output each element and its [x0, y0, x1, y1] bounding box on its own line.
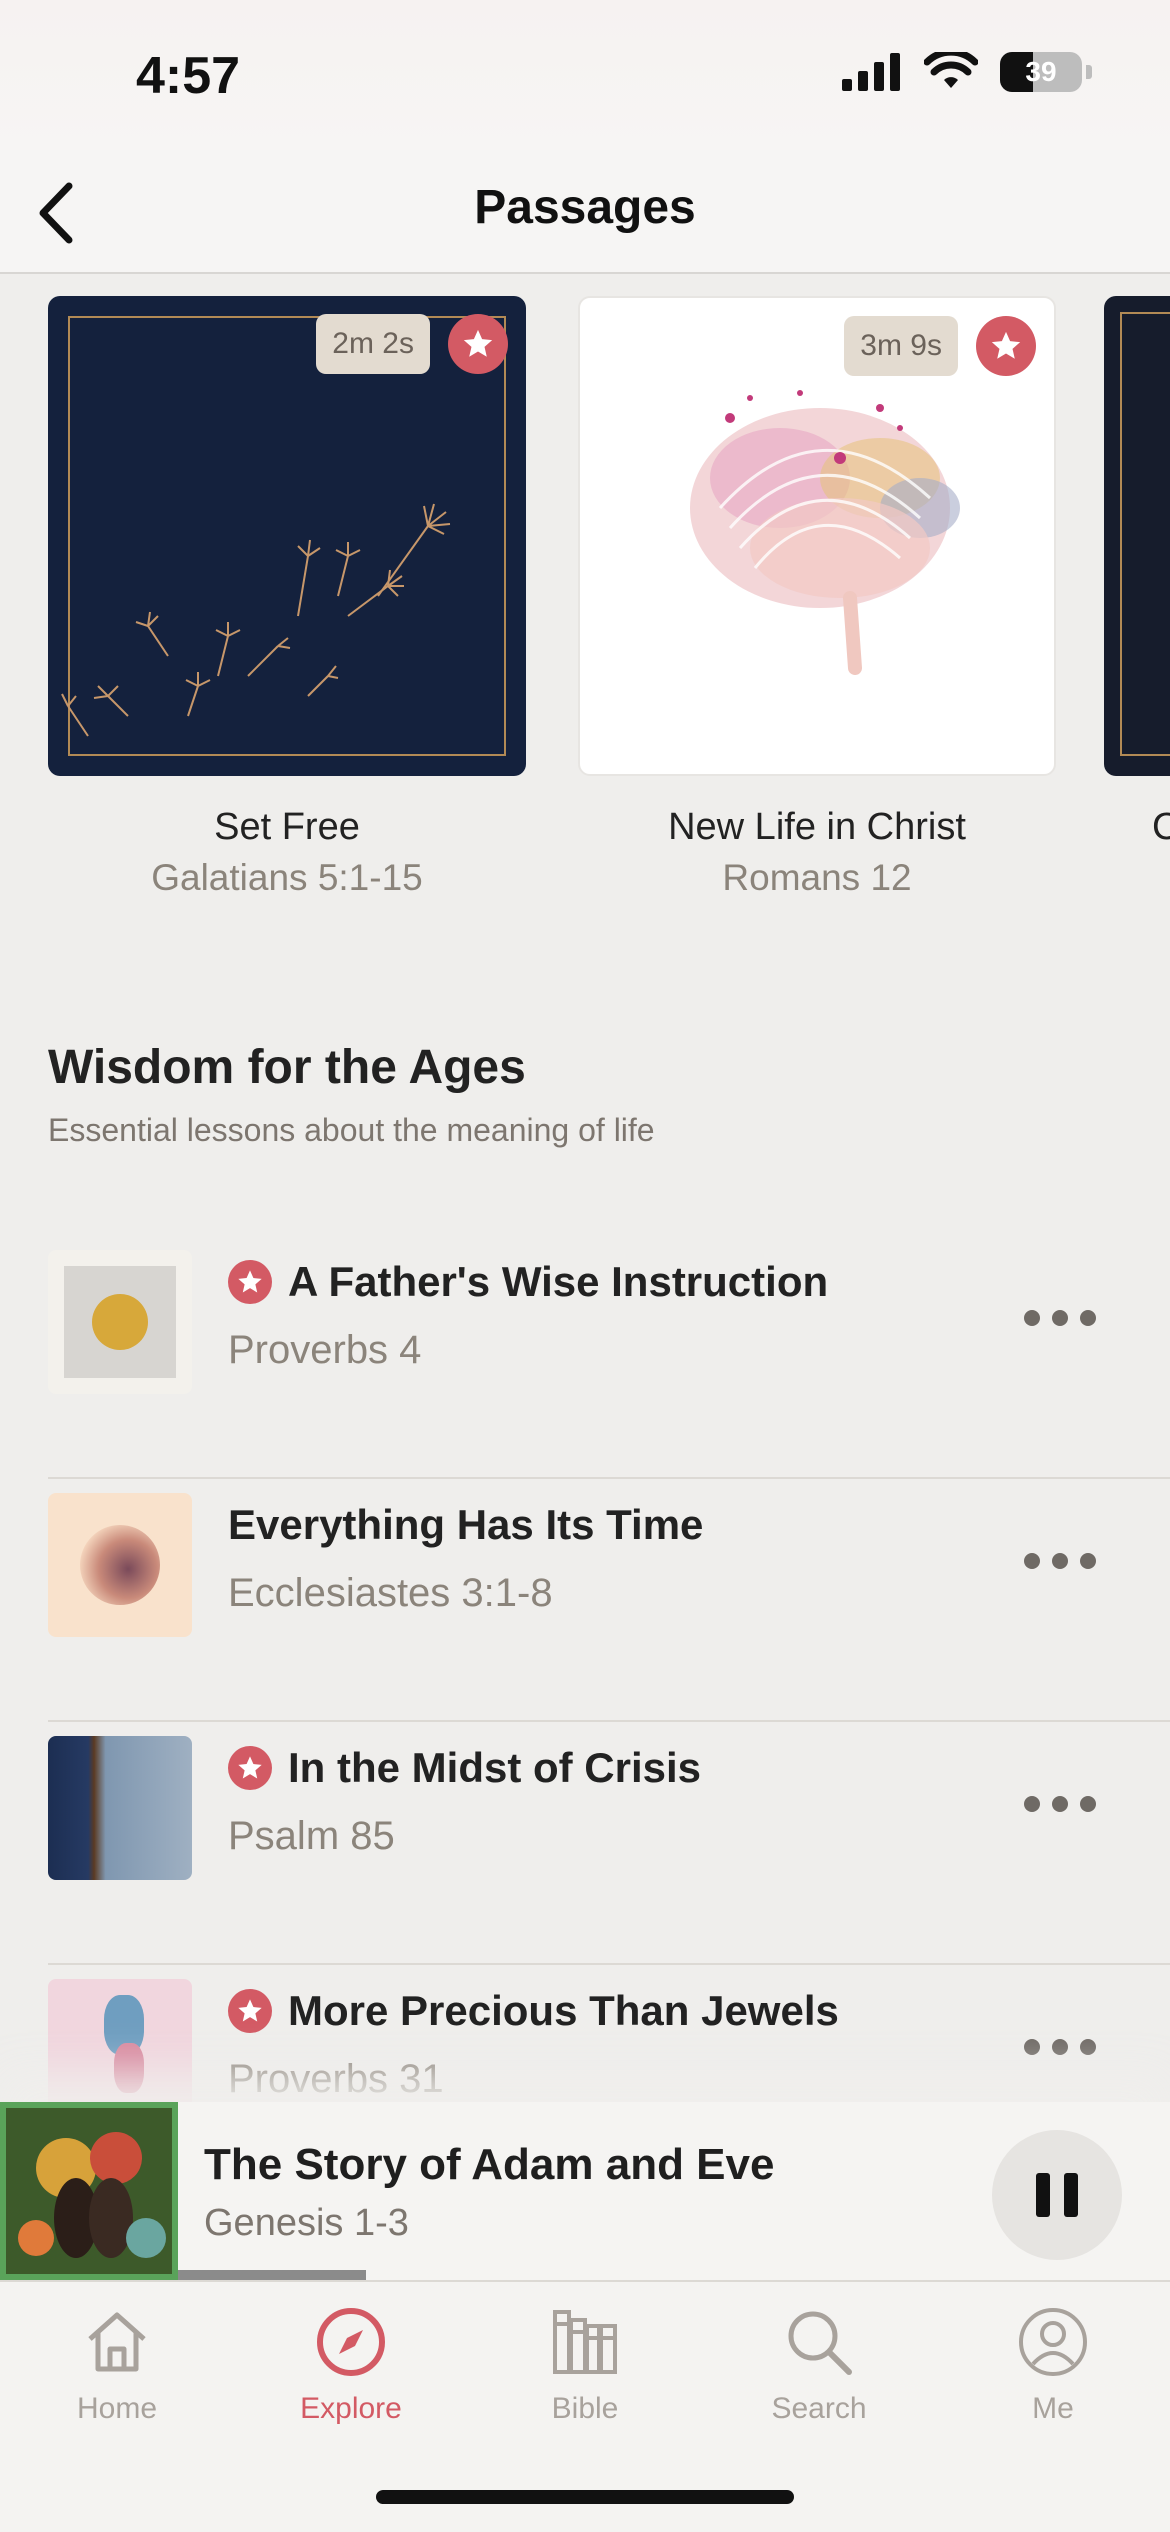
now-playing-artwork: [0, 2102, 178, 2280]
star-icon: [228, 1260, 272, 1304]
compass-icon: [317, 2308, 385, 2376]
battery-level: 39: [1025, 56, 1057, 87]
more-options-button[interactable]: [1024, 1784, 1096, 1824]
more-options-button[interactable]: [1024, 2027, 1096, 2067]
navigation-bar: Passages: [0, 150, 1170, 274]
page-title: Passages: [474, 181, 696, 234]
carousel-card[interactable]: C: [1104, 296, 1170, 849]
tab-bible[interactable]: Bible: [468, 2302, 702, 2426]
status-icons: 39: [842, 52, 1092, 92]
more-options-button[interactable]: [1024, 1541, 1096, 1581]
tab-label: Explore: [300, 2392, 402, 2425]
playback-progress-fill: [178, 2270, 366, 2280]
carousel-card[interactable]: 3m 9s New Life in Christ Romans 12: [578, 296, 1056, 899]
passage-list: A Father's Wise Instruction Proverbs 4 E…: [0, 1236, 1170, 2208]
search-icon: [788, 2311, 852, 2375]
item-reference: Psalm 85: [228, 1814, 395, 1858]
home-icon: [88, 2312, 146, 2372]
home-indicator: [376, 2490, 794, 2504]
card-reference: Galatians 5:1-15: [151, 857, 423, 898]
person-icon: [1019, 2308, 1087, 2376]
now-playing-title: The Story of Adam and Eve: [204, 2140, 775, 2189]
wifi-icon: [924, 52, 978, 88]
card-artwork: 3m 9s: [578, 296, 1056, 776]
status-time: 4:57: [136, 47, 241, 105]
item-title: In the Midst of Crisis: [288, 1744, 702, 1791]
pause-button[interactable]: [992, 2130, 1122, 2260]
tab-label: Search: [771, 2392, 867, 2425]
card-reference: Romans 12: [722, 857, 912, 898]
now-playing-reference: Genesis 1-3: [204, 2202, 409, 2244]
card-artwork: 2m 2s: [48, 296, 526, 776]
tab-label: Bible: [551, 2392, 619, 2425]
tab-explore[interactable]: Explore: [234, 2302, 468, 2426]
star-icon: [448, 314, 508, 374]
carousel-card[interactable]: 2m 2s Set Free Galatians 5:1-15: [48, 296, 526, 899]
pause-icon-bar: [1036, 2173, 1050, 2217]
list-item[interactable]: In the Midst of Crisis Psalm 85: [0, 1722, 1170, 1965]
star-icon: [976, 316, 1036, 376]
star-icon: [228, 1989, 272, 2033]
list-item[interactable]: Everything Has Its Time Ecclesiastes 3:1…: [0, 1479, 1170, 1722]
list-item[interactable]: A Father's Wise Instruction Proverbs 4: [0, 1236, 1170, 1479]
dandelion-seeds-illustration: [61, 503, 451, 737]
section-subtitle: Essential lessons about the meaning of l…: [48, 1112, 655, 1148]
tab-label: Me: [1032, 2392, 1074, 2425]
battery-tip: [1086, 65, 1092, 79]
item-title: Everything Has Its Time: [228, 1501, 704, 1548]
star-icon: [228, 1746, 272, 1790]
tab-me[interactable]: Me: [936, 2302, 1170, 2426]
tab-label: Home: [76, 2392, 158, 2425]
tab-home[interactable]: Home: [0, 2302, 234, 2426]
duration-badge: 2m 2s: [316, 314, 430, 374]
pause-icon-bar: [1064, 2173, 1078, 2217]
item-title: A Father's Wise Instruction: [288, 1258, 829, 1305]
books-icon: [553, 2310, 617, 2374]
tab-search[interactable]: Search: [702, 2302, 936, 2426]
passages-carousel[interactable]: 2m 2s Set Free Galatians 5:1-15 3m 9s Ne…: [0, 296, 1170, 916]
section-title: Wisdom for the Ages: [48, 1041, 526, 1094]
item-reference: Proverbs 4: [228, 1328, 422, 1372]
cellular-signal-icon: [842, 53, 900, 91]
duration-badge: 3m 9s: [844, 316, 958, 376]
item-thumbnail: [48, 1250, 192, 1394]
status-bar: 4:57 39: [0, 0, 1170, 150]
card-artwork: [1104, 296, 1170, 776]
card-title: Set Free: [214, 806, 360, 848]
now-playing-bar[interactable]: The Story of Adam and Eve Genesis 1-3: [0, 2102, 1170, 2280]
item-reference: Proverbs 31: [228, 2057, 444, 2101]
card-title: New Life in Christ: [668, 806, 966, 848]
fingerprint-brain-illustration: [690, 390, 960, 675]
item-thumbnail: [48, 1493, 192, 1637]
item-title: More Precious Than Jewels: [288, 1987, 839, 2034]
card-title: C: [1152, 806, 1170, 848]
item-thumbnail: [48, 1736, 192, 1880]
battery-icon: 39: [1000, 52, 1082, 92]
more-options-button[interactable]: [1024, 1298, 1096, 1338]
item-reference: Ecclesiastes 3:1-8: [228, 1571, 553, 1615]
